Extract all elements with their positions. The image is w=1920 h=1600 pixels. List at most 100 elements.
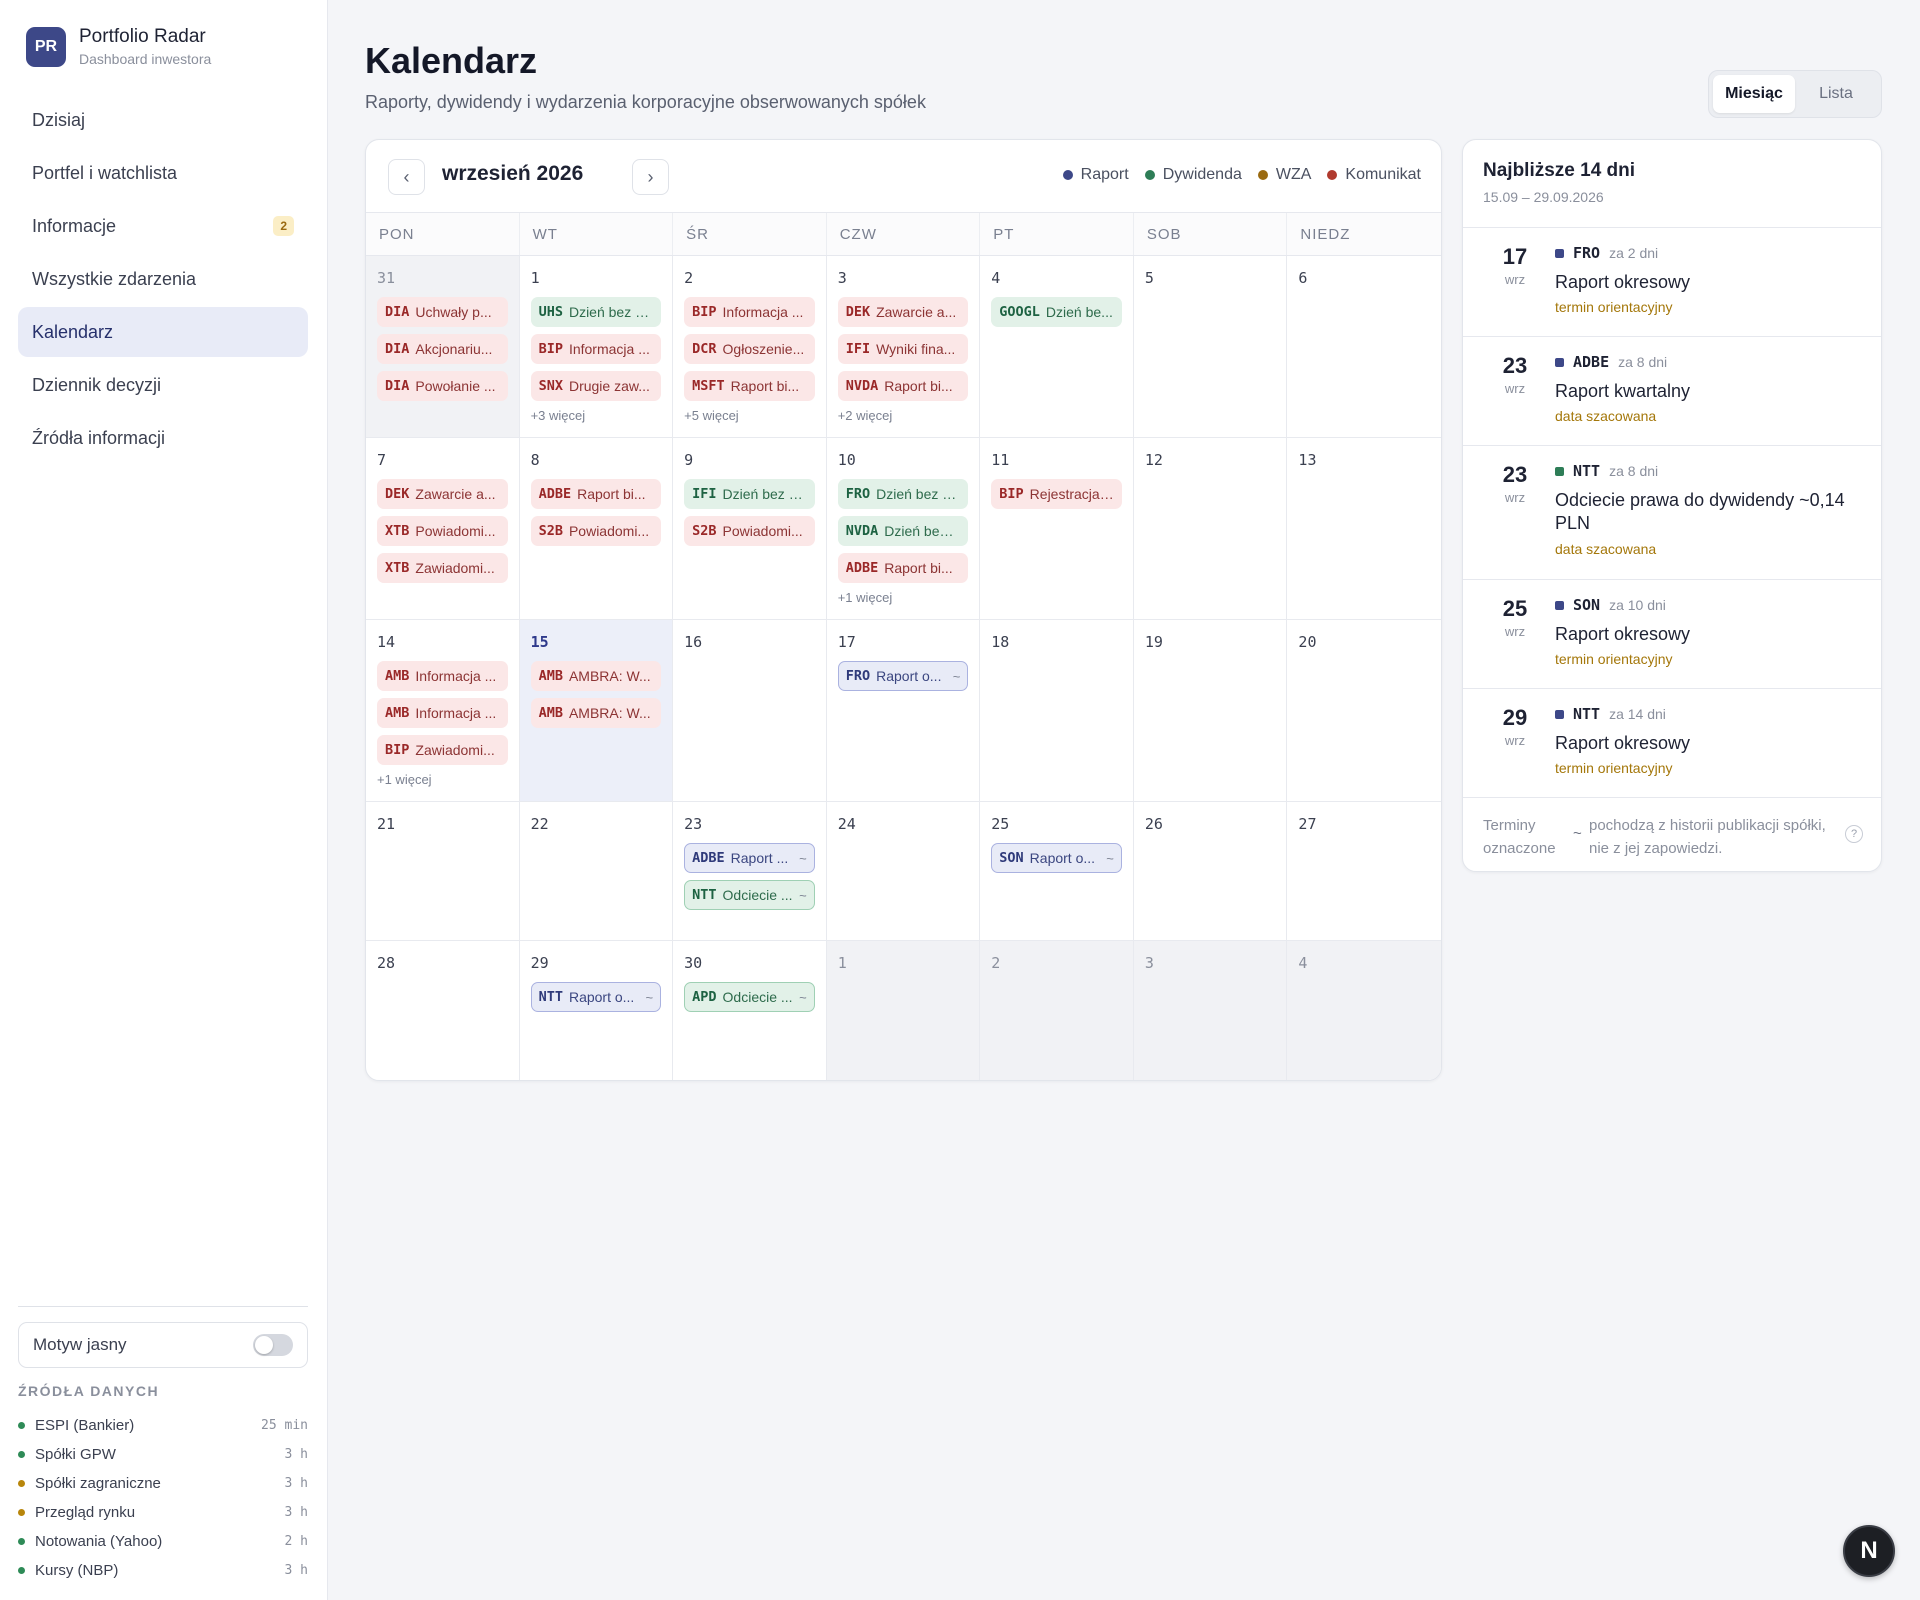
- day-cell[interactable]: 3: [1133, 941, 1288, 1080]
- calendar-event[interactable]: XTB Zawiadomi...: [377, 553, 508, 583]
- upcoming-item[interactable]: 17 wrz FRO za 2 dni Raport okresowy termin or…: [1463, 228, 1881, 337]
- upcoming-item[interactable]: 29 wrz NTT za 14 dni Raport okresowy termin o…: [1463, 689, 1881, 798]
- more-events-link[interactable]: +1 więcej: [838, 590, 969, 605]
- calendar-event[interactable]: IFI Dzień bez d...: [684, 479, 815, 509]
- calendar-event[interactable]: S2B Powiadomi...: [684, 516, 815, 546]
- calendar-event[interactable]: FRO Raport o... ~: [837, 661, 969, 691]
- day-cell[interactable]: 6: [1287, 256, 1441, 438]
- day-cell[interactable]: 3 DEK Zawarcie a... IFI Wyniki fina... NVDA Ra…: [826, 256, 981, 438]
- calendar-event[interactable]: IFI Wyniki fina...: [837, 334, 969, 364]
- calendar-event[interactable]: DCR Ogłoszenie...: [684, 334, 815, 364]
- day-cell[interactable]: 1: [826, 941, 981, 1080]
- calendar-event[interactable]: AMB Informacja ...: [377, 698, 508, 728]
- calendar-event[interactable]: ADBE Raport bi...: [530, 479, 662, 509]
- more-events-link[interactable]: +3 więcej: [531, 408, 662, 423]
- day-cell[interactable]: 4: [1287, 941, 1441, 1080]
- sidebar-item-wszystkie-zdarzenia[interactable]: Wszystkie zdarzenia: [18, 254, 308, 304]
- day-cell[interactable]: 28: [366, 941, 520, 1080]
- calendar-event[interactable]: DIA Powołanie ...: [377, 371, 508, 401]
- view-list-button[interactable]: Lista: [1795, 75, 1877, 113]
- calendar-event[interactable]: SON Raport o... ~: [991, 843, 1122, 873]
- day-cell[interactable]: 22: [519, 802, 674, 941]
- sidebar-item-kalendarz[interactable]: Kalendarz: [18, 307, 308, 357]
- calendar-event[interactable]: NVDA Dzień bez ...: [837, 516, 969, 546]
- day-cell[interactable]: 5: [1133, 256, 1288, 438]
- calendar-event[interactable]: AMB AMBRA: W...: [530, 661, 662, 691]
- calendar-event[interactable]: BIP Informacja ...: [684, 297, 815, 327]
- upcoming-item[interactable]: 25 wrz SON za 10 dni Raport okresowy termin o…: [1463, 580, 1881, 689]
- calendar-event[interactable]: MSFT Raport bi...: [684, 371, 815, 401]
- view-month-button[interactable]: Miesiąc: [1713, 75, 1795, 113]
- calendar-event[interactable]: FRO Dzień bez d...: [837, 479, 969, 509]
- day-cell[interactable]: 14 AMB Informacja ... AMB Informacja ... BIP Z…: [366, 620, 520, 802]
- calendar-event[interactable]: UHS Dzień bez d...: [530, 297, 662, 327]
- calendar-event[interactable]: NTT Odciecie ... ~: [684, 880, 815, 910]
- calendar-event[interactable]: NTT Raport o... ~: [530, 982, 662, 1012]
- event-title: Zawiadomi...: [415, 560, 495, 576]
- day-cell[interactable]: 18: [980, 620, 1134, 802]
- day-cell[interactable]: 7 DEK Zawarcie a... XTB Powiadomi... XTB Zawia…: [366, 438, 520, 620]
- more-events-link[interactable]: +5 więcej: [684, 408, 815, 423]
- brand[interactable]: PR Portfolio Radar Dashboard inwestora: [26, 26, 211, 67]
- upcoming-item[interactable]: 23 wrz NTT za 8 dni Odciecie prawa do dywide…: [1463, 446, 1881, 580]
- day-cell[interactable]: 30 APD Odciecie ... ~: [673, 941, 827, 1080]
- assistant-button[interactable]: N: [1843, 1525, 1895, 1577]
- day-number: 7: [377, 451, 387, 469]
- calendar-event[interactable]: AMB Informacja ...: [377, 661, 508, 691]
- day-cell[interactable]: 31 DIA Uchwały p... DIA Akcjonariu... DIA Powo…: [366, 256, 520, 438]
- calendar-event[interactable]: DIA Akcjonariu...: [377, 334, 508, 364]
- sidebar-item-portfel-i-watchlista[interactable]: Portfel i watchlista: [18, 148, 308, 198]
- calendar-event[interactable]: S2B Powiadomi...: [530, 516, 662, 546]
- prev-month-button[interactable]: ‹: [388, 159, 425, 195]
- upcoming-item[interactable]: 23 wrz ADBE za 8 dni Raport kwartalny data sz…: [1463, 337, 1881, 446]
- day-cell[interactable]: 12: [1133, 438, 1288, 620]
- calendar-event[interactable]: SNX Drugie zaw...: [530, 371, 662, 401]
- more-events-link[interactable]: +1 więcej: [377, 772, 508, 787]
- next-month-button[interactable]: ›: [632, 159, 669, 195]
- day-cell[interactable]: 10 FRO Dzień bez d... NVDA Dzień bez ... ADBE…: [826, 438, 981, 620]
- calendar-event[interactable]: APD Odciecie ... ~: [684, 982, 815, 1012]
- day-cell[interactable]: 2: [980, 941, 1134, 1080]
- theme-switch[interactable]: [253, 1334, 293, 1356]
- calendar-event[interactable]: NVDA Raport bi...: [837, 371, 969, 401]
- day-cell[interactable]: 20: [1287, 620, 1441, 802]
- day-cell[interactable]: 8 ADBE Raport bi... S2B Powiadomi...: [519, 438, 674, 620]
- day-cell[interactable]: 9 IFI Dzień bez d... S2B Powiadomi...: [673, 438, 827, 620]
- calendar-event[interactable]: ADBE Raport bi...: [837, 553, 969, 583]
- day-cell[interactable]: 13: [1287, 438, 1441, 620]
- day-cell[interactable]: 4 GOOGL Dzień be...: [980, 256, 1134, 438]
- calendar-event[interactable]: BIP Informacja ...: [530, 334, 662, 364]
- day-cell[interactable]: 21: [366, 802, 520, 941]
- calendar-event[interactable]: DIA Uchwały p...: [377, 297, 508, 327]
- day-cell[interactable]: 25 SON Raport o... ~: [980, 802, 1134, 941]
- day-cell[interactable]: 24: [826, 802, 981, 941]
- event-title: Akcjonariu...: [415, 341, 493, 357]
- calendar-event[interactable]: BIP Rejestracja ...: [991, 479, 1122, 509]
- day-cell[interactable]: 27: [1287, 802, 1441, 941]
- more-events-link[interactable]: +2 więcej: [838, 408, 969, 423]
- sidebar-item-dziennik-decyzji[interactable]: Dziennik decyzji: [18, 360, 308, 410]
- calendar-event[interactable]: XTB Powiadomi...: [377, 516, 508, 546]
- day-cell[interactable]: 15 AMB AMBRA: W... AMB AMBRA: W...: [519, 620, 674, 802]
- calendar-event[interactable]: GOOGL Dzień be...: [991, 297, 1122, 327]
- calendar-event[interactable]: AMB AMBRA: W...: [530, 698, 662, 728]
- day-cell[interactable]: 11 BIP Rejestracja ...: [980, 438, 1134, 620]
- calendar-event[interactable]: DEK Zawarcie a...: [377, 479, 508, 509]
- theme-toggle[interactable]: Motyw jasny: [18, 1322, 308, 1368]
- sidebar-item-źródła-informacji[interactable]: Źródła informacji: [18, 413, 308, 463]
- calendar-event[interactable]: BIP Zawiadomi...: [377, 735, 508, 765]
- day-cell[interactable]: 17 FRO Raport o... ~: [826, 620, 981, 802]
- day-cell[interactable]: 26: [1133, 802, 1288, 941]
- day-cell[interactable]: 29 NTT Raport o... ~: [520, 941, 674, 1080]
- calendar-event[interactable]: DEK Zawarcie a...: [837, 297, 969, 327]
- help-icon[interactable]: ?: [1845, 825, 1863, 843]
- sidebar-item-dzisiaj[interactable]: Dzisiaj: [18, 95, 308, 145]
- day-cell[interactable]: 1 UHS Dzień bez d... BIP Informacja ... SNX Dr…: [519, 256, 674, 438]
- sidebar-item-informacje[interactable]: Informacje 2: [18, 201, 308, 251]
- day-number: 25: [991, 815, 1010, 833]
- day-cell[interactable]: 2 BIP Informacja ... DCR Ogłoszenie... MSFT Ra…: [673, 256, 827, 438]
- day-cell[interactable]: 23 ADBE Raport ... ~ NTT Odciecie ... ~: [673, 802, 827, 941]
- calendar-event[interactable]: ADBE Raport ... ~: [684, 843, 815, 873]
- day-cell[interactable]: 19: [1133, 620, 1288, 802]
- day-cell[interactable]: 16: [673, 620, 827, 802]
